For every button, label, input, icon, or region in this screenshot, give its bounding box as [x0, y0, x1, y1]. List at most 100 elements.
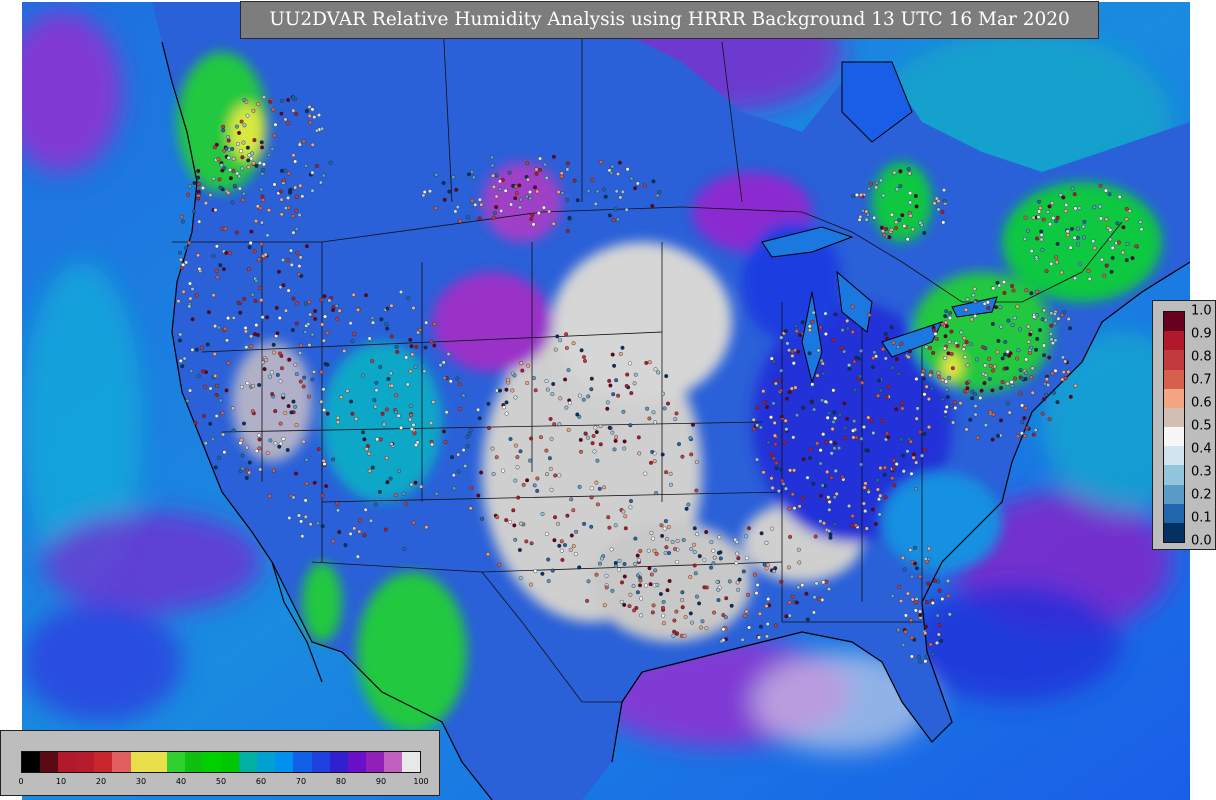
observation-marker [511, 508, 516, 513]
observation-marker [192, 180, 197, 185]
observation-marker [409, 344, 414, 349]
observation-marker [930, 652, 935, 657]
observation-marker [238, 149, 243, 154]
observation-marker [1039, 232, 1044, 237]
observation-marker [965, 297, 970, 302]
observation-marker [900, 556, 905, 561]
observation-marker [943, 314, 948, 319]
observation-marker [741, 569, 746, 574]
observation-marker [516, 495, 521, 500]
observation-marker [310, 170, 315, 175]
observation-marker [866, 490, 871, 495]
observation-marker [1051, 215, 1056, 220]
observation-marker [871, 431, 876, 436]
observation-marker [412, 431, 417, 436]
observation-marker [211, 253, 216, 258]
observation-marker [422, 369, 427, 374]
observation-marker [948, 311, 953, 316]
observation-marker [946, 578, 951, 583]
observation-marker [386, 377, 391, 382]
observation-marker [784, 614, 789, 619]
observation-marker [918, 659, 923, 664]
observation-marker [257, 257, 262, 262]
observation-marker [1013, 376, 1018, 381]
observation-marker [1086, 268, 1091, 273]
observation-marker [495, 515, 500, 520]
observation-marker [620, 345, 625, 350]
observation-marker [757, 611, 762, 616]
observation-marker [1139, 227, 1144, 232]
observation-marker [988, 363, 993, 368]
observation-marker [291, 399, 296, 404]
observation-marker [414, 344, 419, 349]
observation-marker [910, 227, 915, 232]
observation-marker [335, 501, 340, 506]
observation-marker [892, 170, 897, 175]
observation-marker [544, 448, 549, 453]
observation-marker [1040, 411, 1045, 416]
observation-marker [908, 200, 913, 205]
observation-marker [973, 314, 978, 319]
observation-marker [604, 573, 609, 578]
observation-marker [894, 220, 899, 225]
observation-marker [461, 448, 466, 453]
observation-marker [581, 397, 586, 402]
rh-colorbar-segment [239, 752, 258, 772]
observation-marker [612, 363, 617, 368]
observation-marker [736, 587, 741, 592]
observation-marker [540, 512, 545, 517]
observation-marker [663, 519, 668, 524]
observation-marker [715, 579, 720, 584]
observation-marker [213, 465, 218, 470]
observation-marker [688, 611, 693, 616]
observation-marker [879, 178, 884, 183]
observation-marker [1066, 317, 1071, 322]
observation-marker [867, 186, 872, 191]
observation-marker [994, 305, 999, 310]
observation-marker [267, 494, 272, 499]
observation-marker [951, 420, 956, 425]
observation-marker [304, 163, 309, 168]
observation-marker [631, 583, 636, 588]
observation-marker [828, 532, 833, 537]
observation-marker [306, 394, 311, 399]
observation-marker [1103, 188, 1108, 193]
observation-marker [1055, 400, 1060, 405]
observation-marker [901, 643, 906, 648]
observation-marker [411, 306, 416, 311]
observation-marker [550, 568, 555, 573]
observation-marker [677, 442, 682, 447]
observation-marker [788, 468, 793, 473]
observation-marker [983, 373, 988, 378]
observation-marker [884, 226, 889, 231]
observation-marker [521, 482, 526, 487]
observation-marker [293, 362, 298, 367]
observation-marker [240, 453, 245, 458]
observation-marker [661, 621, 666, 626]
observation-marker [1005, 401, 1010, 406]
observation-marker [303, 514, 308, 519]
observation-marker [881, 193, 886, 198]
observation-marker [869, 181, 874, 186]
observation-marker [833, 522, 838, 527]
observation-marker [910, 574, 915, 579]
observation-marker [301, 139, 306, 144]
observation-marker [1026, 228, 1031, 233]
observation-marker [909, 654, 914, 659]
observation-marker [350, 339, 355, 344]
observation-marker [189, 369, 194, 374]
observation-marker [187, 281, 192, 286]
observation-marker [197, 266, 202, 271]
observation-marker [688, 575, 693, 580]
observation-marker [1125, 241, 1130, 246]
observation-marker [237, 301, 242, 306]
observation-marker [651, 536, 656, 541]
observation-marker [206, 310, 211, 315]
observation-marker [847, 363, 852, 368]
observation-marker [288, 190, 293, 195]
observation-marker [244, 476, 249, 481]
observation-marker [901, 453, 906, 458]
observation-marker [384, 456, 389, 461]
observation-marker [818, 325, 823, 330]
observation-marker [595, 458, 600, 463]
